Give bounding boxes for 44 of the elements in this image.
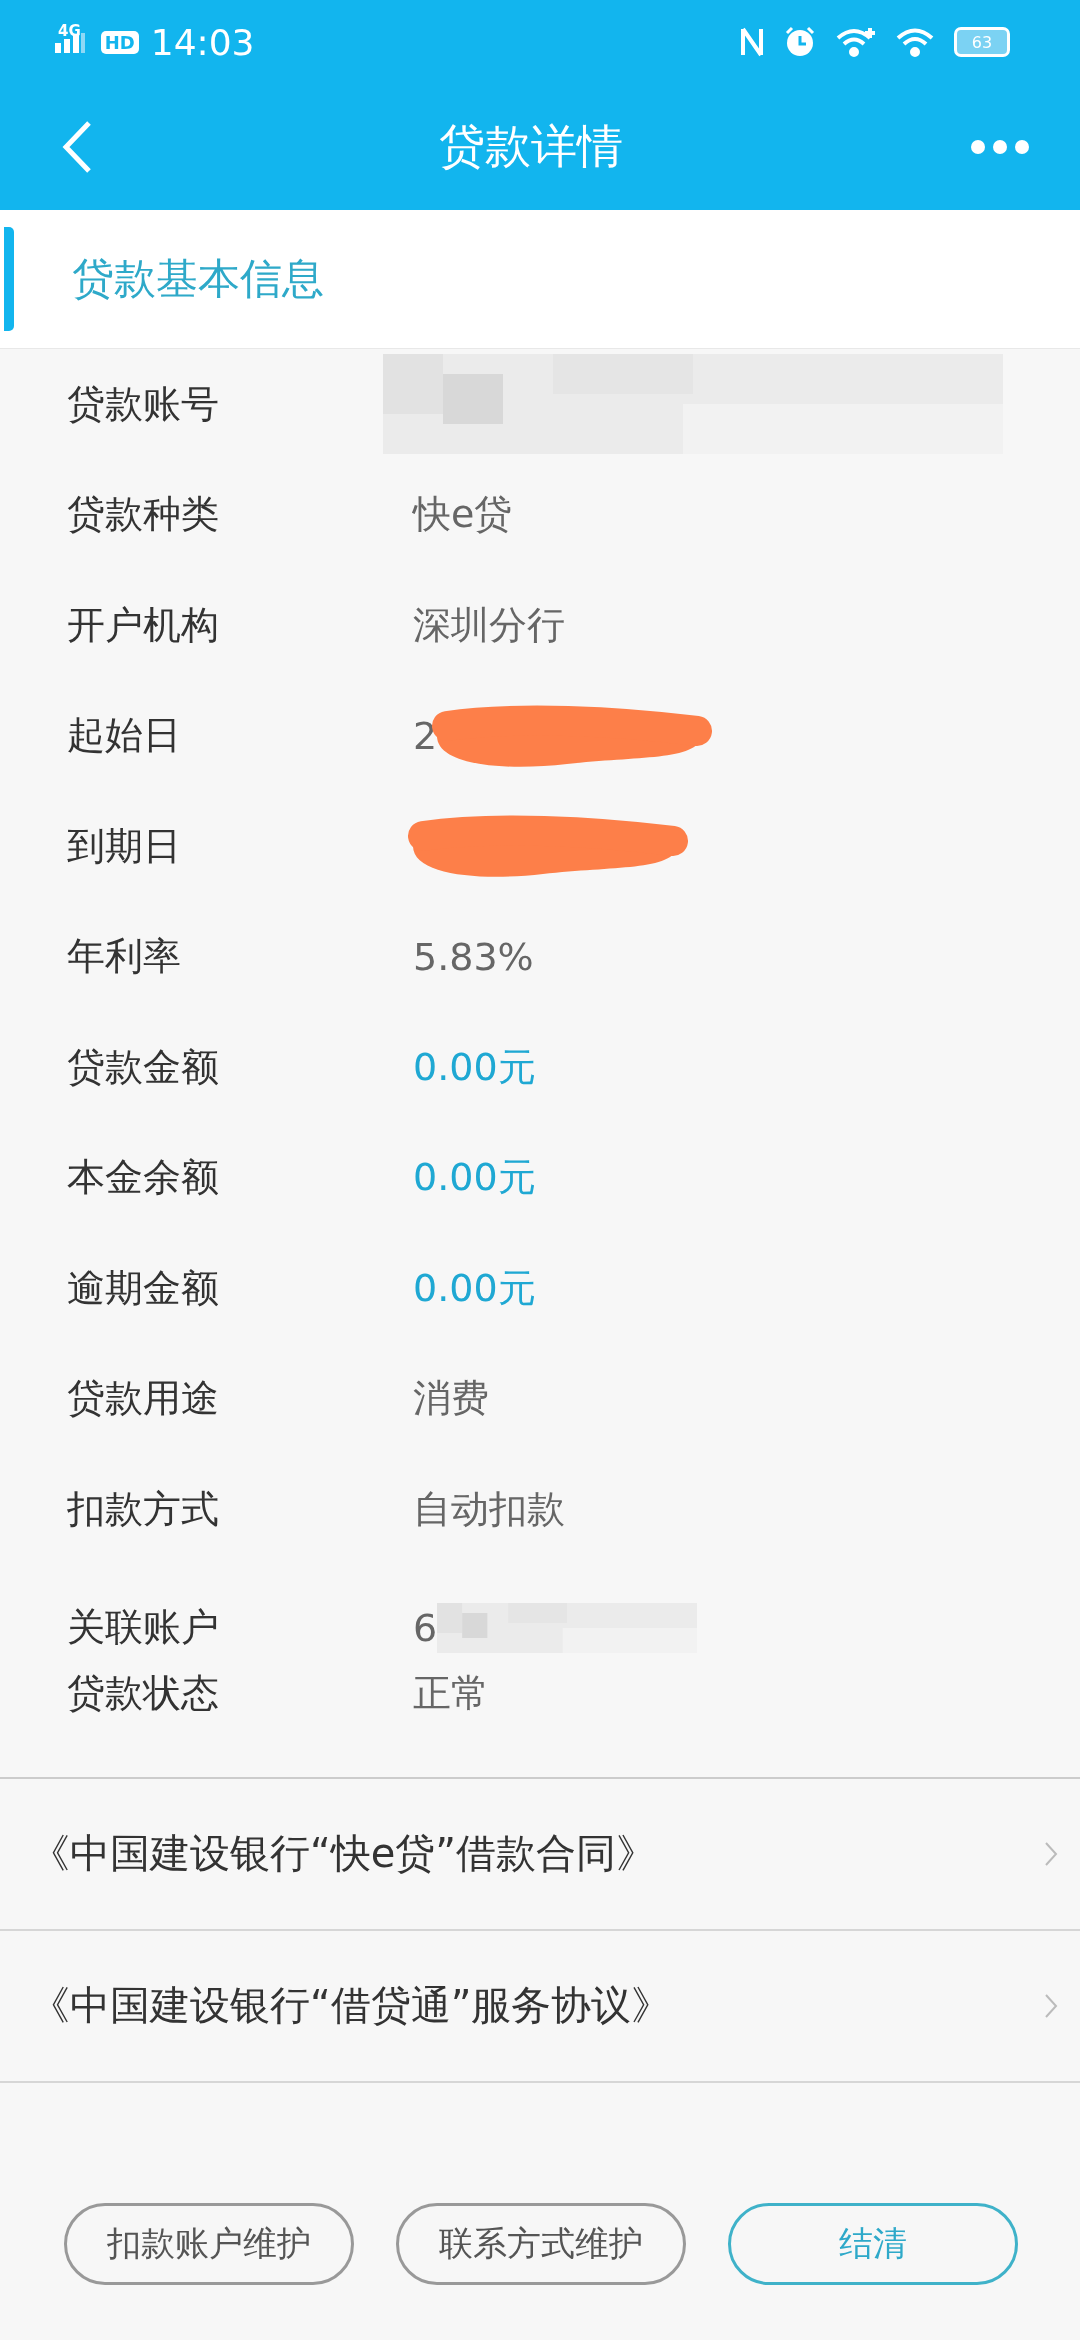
more-button[interactable] — [970, 139, 1030, 155]
more-icon — [970, 139, 1030, 155]
field-label: 关联账户 — [66, 1604, 220, 1651]
field-label: 起始日 — [66, 712, 182, 760]
field-value: 0.00元 — [413, 1154, 536, 1202]
field-value: 快e贷 — [413, 491, 513, 539]
field-label: 贷款金额 — [66, 1043, 220, 1091]
field-label: 本金余额 — [66, 1154, 220, 1202]
field-label: 贷款账号 — [66, 380, 220, 428]
back-button[interactable] — [62, 120, 92, 174]
network-label: 4G — [58, 22, 81, 40]
field-value: 6 — [413, 1605, 438, 1650]
field-label: 贷款状态 — [66, 1670, 220, 1717]
field-label: 到期日 — [66, 822, 182, 870]
field-value: 深圳分行 — [413, 601, 565, 649]
field-label: 贷款用途 — [66, 1375, 220, 1423]
field-value: 消费 — [413, 1375, 489, 1423]
chevron-icon — [1044, 1840, 1058, 1867]
field-label: 贷款种类 — [66, 491, 220, 539]
field-label: 逾期金额 — [66, 1264, 220, 1312]
hd-badge: HD — [100, 30, 139, 54]
battery-level: 63 — [971, 32, 993, 52]
field-value: 自动扣款 — [413, 1485, 565, 1533]
page-title: 贷款详情 — [439, 118, 623, 175]
agreement-link[interactable]: 《中国建设银行“借贷通”服务协议》 — [0, 1930, 1080, 2083]
field-value: 5.83% — [413, 934, 534, 979]
status-time: 14:03 — [150, 21, 255, 63]
alarm-icon — [784, 26, 816, 58]
wifi-icon — [836, 26, 876, 58]
wifi-icon — [896, 26, 934, 58]
chevron-icon — [1044, 1992, 1058, 2019]
field-label: 年利率 — [66, 933, 182, 981]
action-button[interactable]: 联系方式维护 — [396, 2203, 686, 2285]
field-label: 开户机构 — [66, 601, 220, 649]
field-label: 扣款方式 — [66, 1485, 220, 1533]
field-value: 0.00元 — [413, 1264, 536, 1312]
field-value: 0.00元 — [413, 1043, 536, 1091]
back-icon — [62, 120, 92, 174]
action-button[interactable]: 扣款账户维护 — [64, 2203, 354, 2285]
field-value: 2 — [413, 713, 438, 758]
agreement-link[interactable]: 《中国建设银行“快e贷”借款合同》 — [0, 1778, 1080, 1931]
field-value: 正常 — [413, 1670, 489, 1717]
section-title: 贷款基本信息 — [72, 253, 324, 305]
nfc-icon — [740, 25, 764, 59]
